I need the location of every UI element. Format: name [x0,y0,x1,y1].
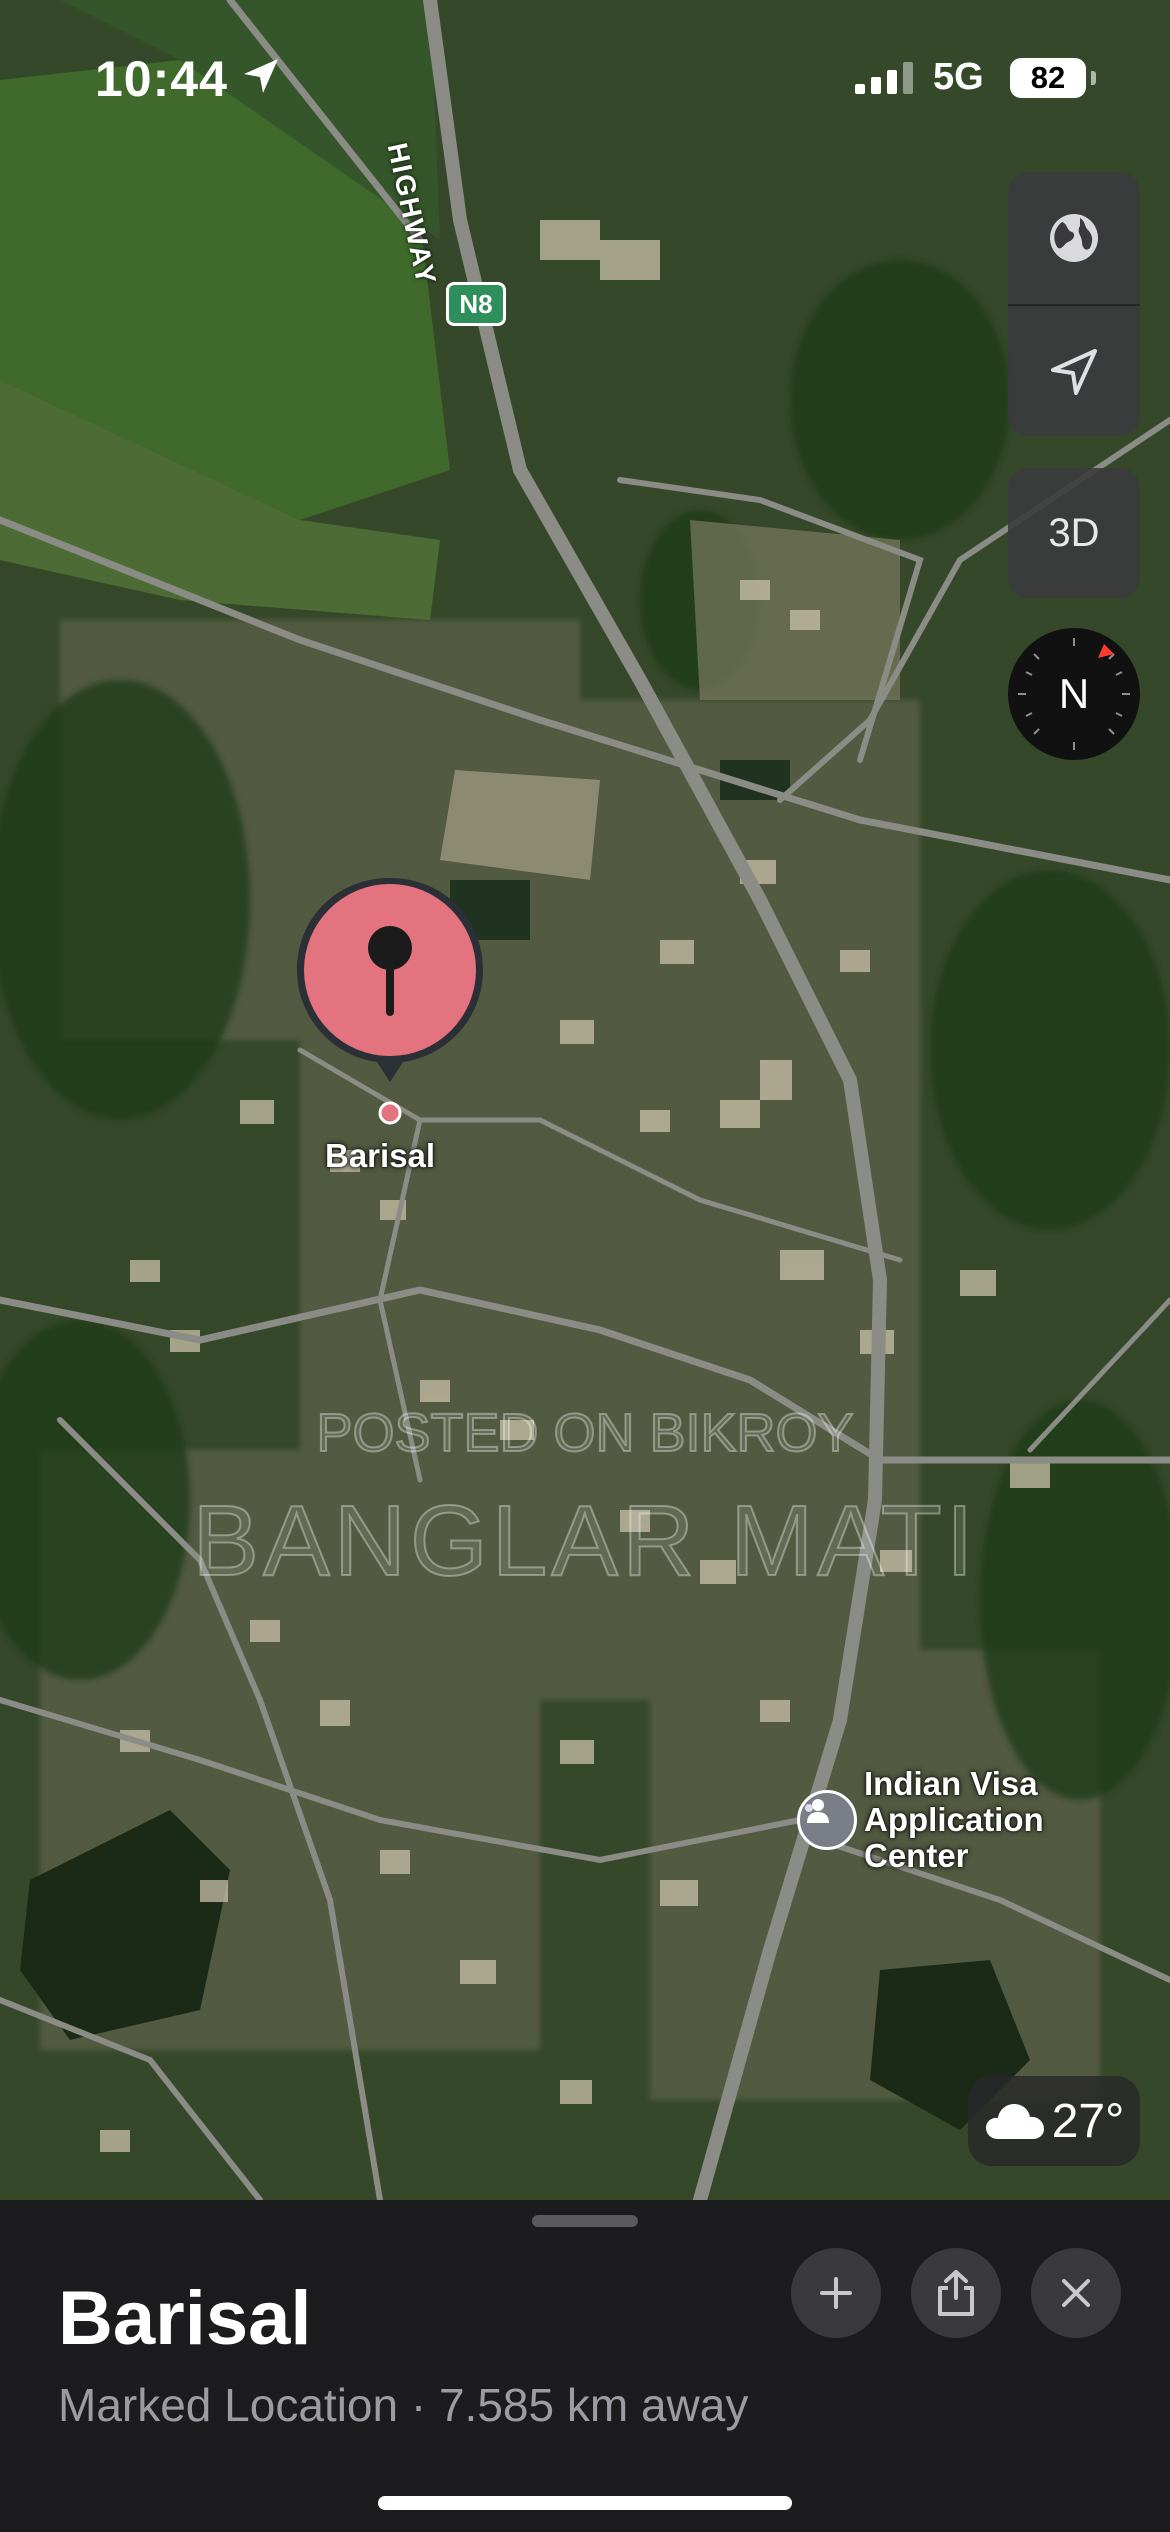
poi-label-line-3: Center [864,1837,969,1874]
battery-level: 82 [1030,60,1066,95]
battery-nub [1091,71,1096,85]
network-type: 5G [933,56,984,98]
cellular-signal-icon [855,62,913,94]
sheet-grabber[interactable] [532,2215,638,2227]
location-services-icon [244,59,278,93]
watermark-line-2: BANGLAR MATI [191,1484,978,1598]
pin-label: Barisal [325,1137,436,1174]
battery-icon: 82 [1010,58,1086,98]
status-time: 10:44 [95,51,228,107]
map-control-group [1008,172,1140,436]
poi-label-line-2: Application [864,1801,1044,1838]
share-button[interactable] [911,2248,1001,2338]
close-button[interactable] [1031,2248,1121,2338]
home-indicator[interactable] [378,2496,792,2510]
place-title: Barisal [58,2276,312,2361]
3d-view-button[interactable]: 3D [1008,468,1140,598]
globe-icon [1050,214,1098,262]
status-bar: 10:44 5G 82 [0,0,1170,150]
cloud-icon [985,2104,1044,2139]
add-icon [820,2277,852,2309]
poi-label-line-1: Indian Visa [864,1765,1038,1802]
place-card-sheet[interactable]: Barisal Marked Location · 7.585 km away [0,2200,1170,2532]
place-subtitle: Marked Location · 7.585 km away [58,2379,749,2431]
current-location-button[interactable] [1008,306,1140,436]
add-button[interactable] [791,2248,881,2338]
location-arrow-icon [1051,349,1097,395]
compass-button[interactable]: N [1008,628,1140,760]
pin-icon [297,878,483,1125]
marked-location-pin[interactable] [285,868,495,1128]
weather-badge[interactable]: 27° [968,2076,1140,2166]
satellite-map[interactable]: HIGHWAY N8 POSTED ON BIKROY BANGLAR MATI… [0,0,1170,2200]
consulate-icon[interactable] [797,1790,857,1850]
map-style-button[interactable] [1008,172,1140,304]
highway-shield[interactable]: N8 [446,282,506,326]
close-icon [1062,2279,1090,2307]
temperature: 27° [1051,2094,1125,2148]
poi-label[interactable]: Indian Visa Application Center [864,1766,1044,1874]
compass-north-label: N [1058,670,1090,717]
watermark-line-1: POSTED ON BIKROY [315,1402,854,1464]
share-icon [938,2270,974,2316]
